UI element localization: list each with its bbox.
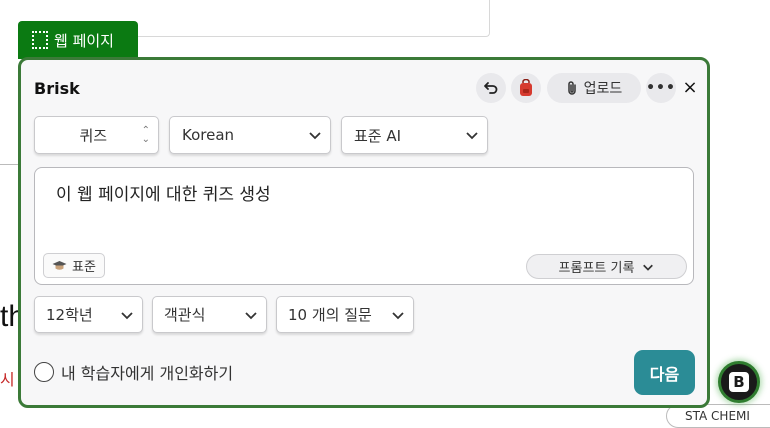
personalize-option[interactable]: 내 학습자에게 개인화하기 (34, 360, 233, 384)
undo-button[interactable] (476, 73, 506, 103)
upload-button[interactable]: 업로드 (547, 73, 641, 103)
stepper-icon: ⌃ ⌄ (141, 125, 150, 145)
grade-select-value: 12학년 (46, 306, 93, 324)
web-page-tag-label: 웹 페이지 (54, 31, 114, 50)
dotted-frame-icon (32, 31, 48, 49)
chevron-down-icon (121, 311, 133, 319)
mode-select[interactable]: 퀴즈 ⌃ ⌄ (34, 116, 159, 154)
chevron-down-icon (643, 264, 654, 271)
chevron-down-icon (245, 311, 257, 319)
chevron-down-icon (309, 132, 321, 140)
chevron-down-icon (466, 132, 478, 140)
paperclip-icon (567, 81, 576, 95)
question-count-select[interactable]: 10 개의 질문 (276, 296, 414, 333)
model-select-value: 표준 AI (354, 126, 402, 145)
background-divider (0, 164, 18, 165)
mode-select-value: 퀴즈 (79, 126, 108, 145)
prompt-history-button[interactable]: 프롬프트 기록 (526, 254, 687, 279)
graduation-cap-icon (52, 260, 67, 270)
question-type-select[interactable]: 객관식 (152, 296, 267, 333)
language-select[interactable]: Korean (169, 116, 331, 154)
upload-label: 업로드 (583, 81, 623, 97)
backpack-button[interactable] (511, 73, 541, 103)
chevron-down-icon (392, 311, 404, 319)
language-select-value: Korean (182, 126, 235, 144)
backpack-icon (520, 79, 532, 96)
grade-select[interactable]: 12학년 (34, 296, 143, 333)
close-button[interactable]: × (681, 75, 699, 101)
question-count-value: 10 개의 질문 (288, 306, 372, 324)
brisk-panel: Brisk 업로드 ••• × 퀴즈 ⌃ ⌄ Korean 표준 AI 이 웹 페… (18, 57, 710, 408)
personalize-label: 내 학습자에게 개인화하기 (61, 364, 234, 383)
brisk-logo-icon: B (729, 372, 749, 392)
model-select[interactable]: 표준 AI (341, 116, 488, 154)
undo-icon (484, 82, 498, 94)
prompt-text: 이 웹 페이지에 대한 퀴즈 생성 (56, 185, 271, 205)
brisk-launcher-button[interactable]: B (718, 361, 760, 403)
web-page-tag: 웹 페이지 (18, 21, 138, 59)
background-red-text: 시 (0, 370, 15, 389)
question-type-value: 객관식 (164, 306, 206, 324)
next-button[interactable]: 다음 (634, 350, 695, 395)
more-button[interactable]: ••• (646, 73, 676, 103)
standard-badge-label: 표준 (72, 260, 96, 275)
background-page-box (130, 0, 490, 37)
standard-badge[interactable]: 표준 (43, 253, 105, 278)
prompt-history-label: 프롬프트 기록 (558, 261, 635, 276)
personalize-checkbox[interactable] (34, 362, 54, 382)
brand-title: Brisk (34, 79, 80, 98)
prompt-textarea[interactable]: 이 웹 페이지에 대한 퀴즈 생성 표준 프롬프트 기록 (34, 167, 694, 285)
